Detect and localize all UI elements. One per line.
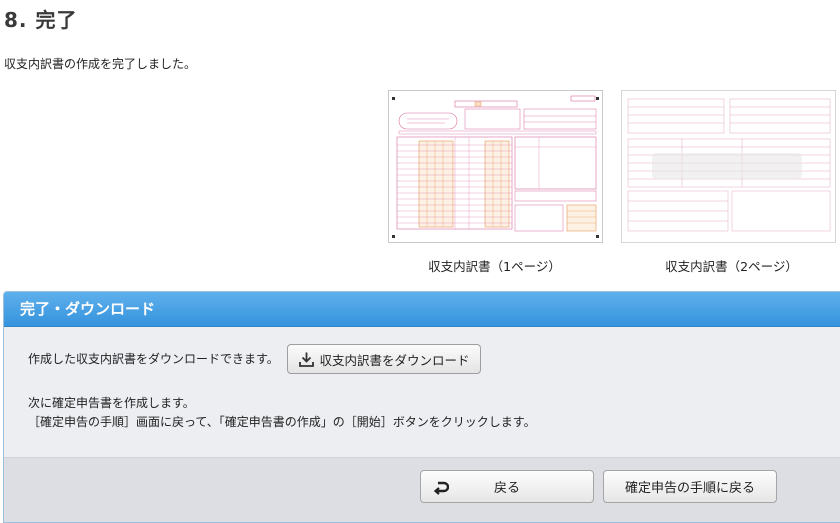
next-step-text: 次に確定申告書を作成します。 (28, 396, 195, 410)
download-description: 作成した収支内訳書をダウンロードできます。 (28, 352, 279, 366)
download-button-label: 収支内訳書をダウンロード (319, 352, 470, 368)
download-icon (299, 352, 315, 367)
completion-message: 収支内訳書の作成を完了しました。 (4, 57, 197, 71)
back-button[interactable]: 戻る (420, 470, 594, 503)
form-preview-page-1 (388, 90, 603, 243)
preview-caption-page-1: 収支内訳書（1ページ） (428, 259, 561, 274)
back-button-label: 戻る (493, 481, 520, 496)
return-arrow-icon (433, 481, 449, 495)
completion-download-panel: 完了・ダウンロード 作成した収支内訳書をダウンロードできます。 収支内訳書をダウ… (3, 291, 840, 523)
form-preview-page-2 (621, 90, 836, 243)
return-to-guide-label: 確定申告の手順に戻る (624, 481, 755, 496)
return-to-guide-button[interactable]: 確定申告の手順に戻る (603, 470, 777, 503)
panel-body: 作成した収支内訳書をダウンロードできます。 収支内訳書をダウンロード 次に確定申… (4, 327, 840, 457)
step-title: 8. 完了 (4, 8, 78, 32)
preview-caption-page-2: 収支内訳書（2ページ） (665, 259, 798, 274)
next-step-instruction: ［確定申告の手順］画面に戻って、「確定申告書の作成」の［開始］ボタンをクリックし… (28, 415, 536, 429)
panel-title: 完了・ダウンロード (4, 292, 840, 327)
download-button[interactable]: 収支内訳書をダウンロード (287, 344, 481, 374)
